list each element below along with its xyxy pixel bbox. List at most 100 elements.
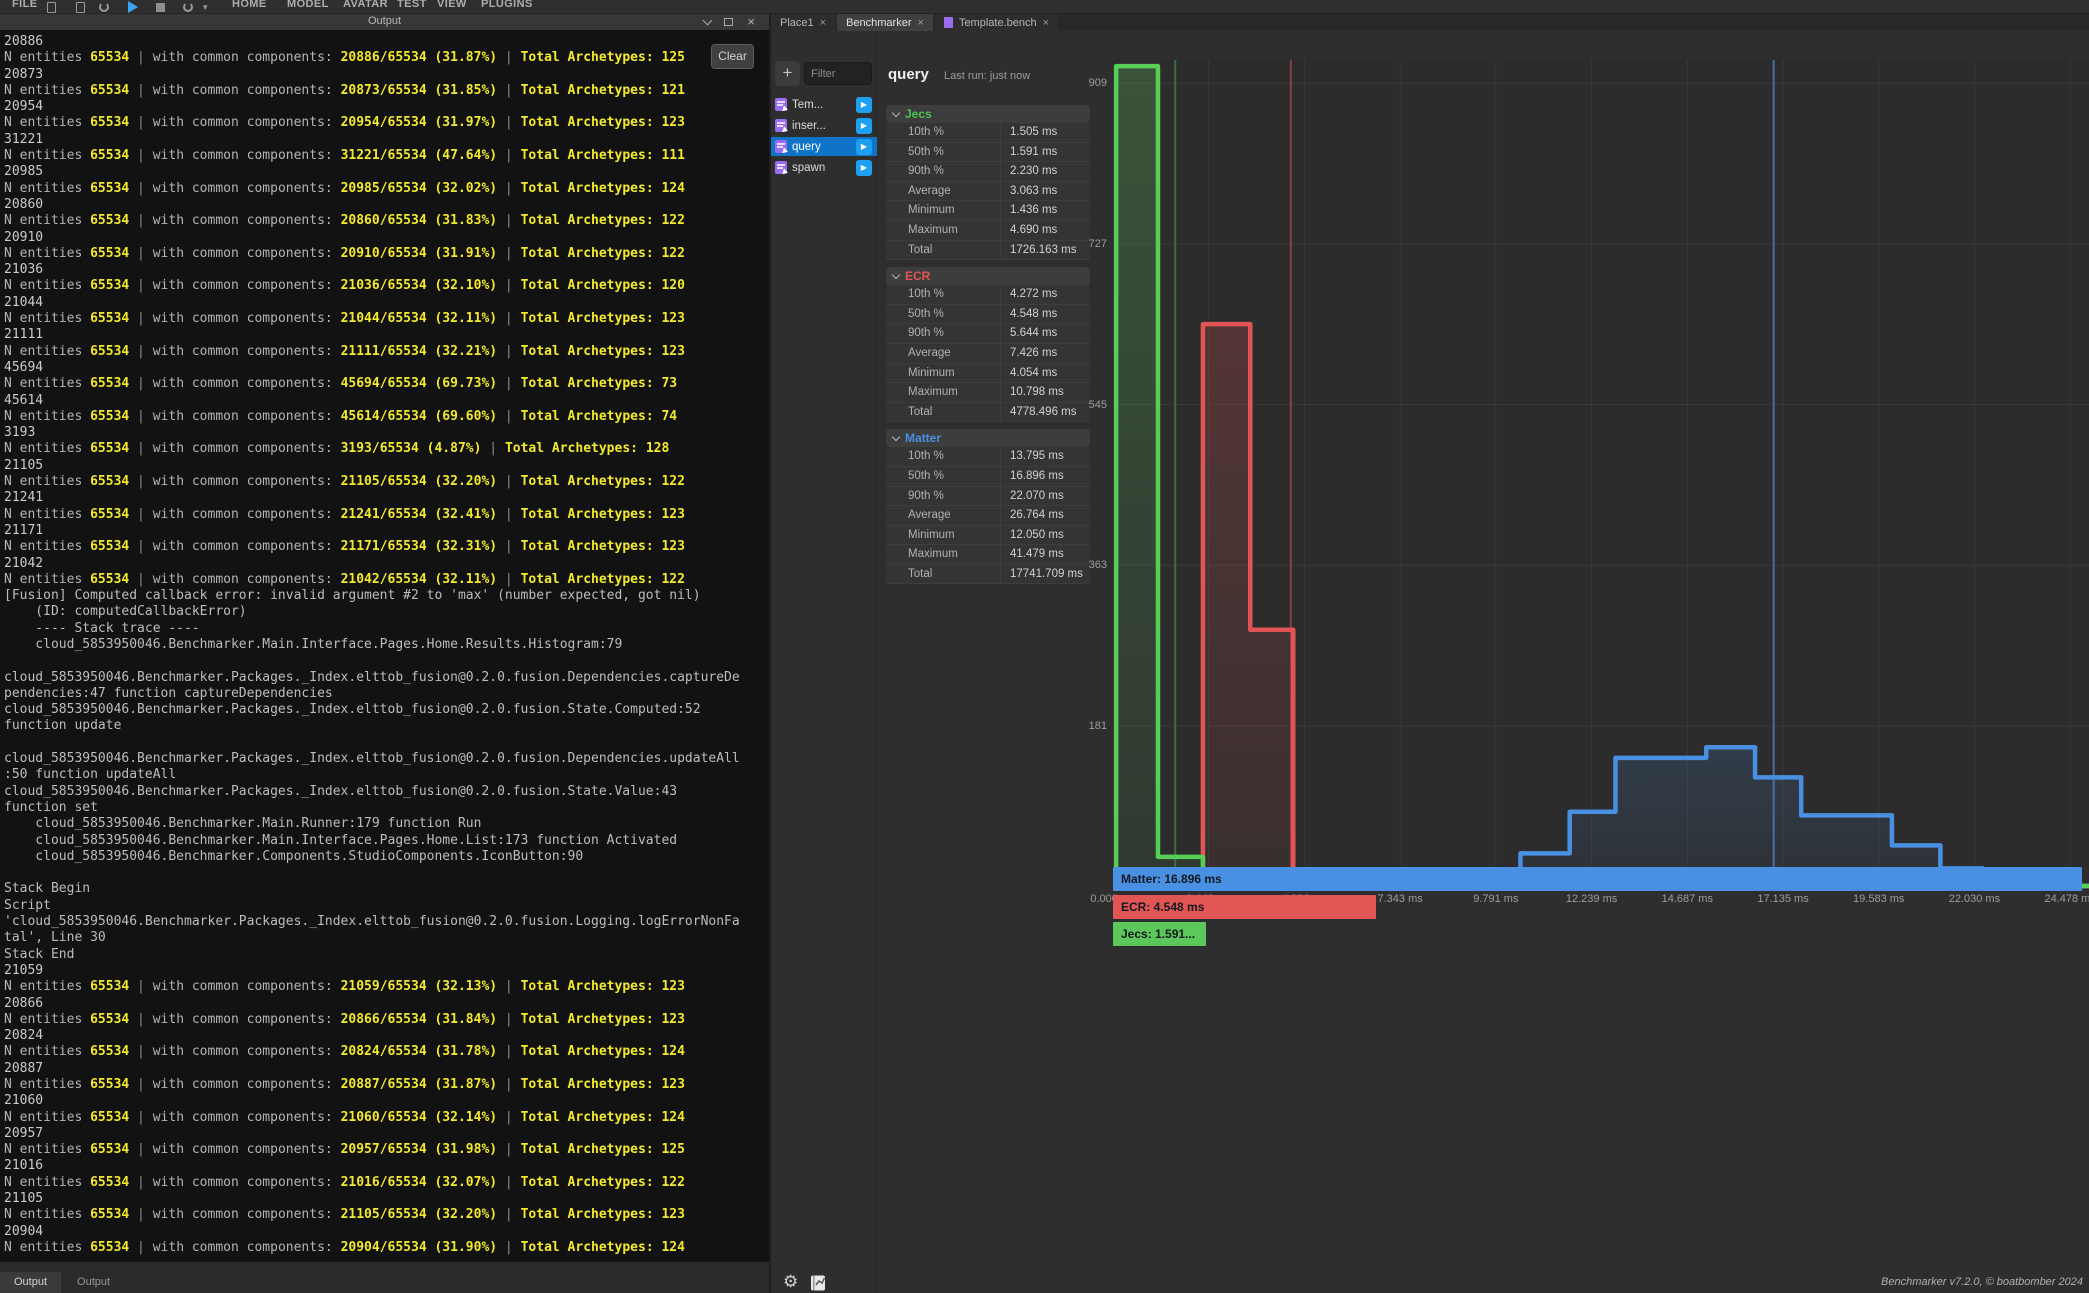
x-tick-label: 14.687 ms <box>1662 893 1713 905</box>
undo-icon[interactable] <box>183 2 193 12</box>
run-benchmark-button[interactable]: ▶ <box>856 139 872 155</box>
console-line: 20824 <box>4 1028 740 1044</box>
legend-jecs: Jecs: 1.591... <box>1113 922 1206 946</box>
bench-file-icon <box>775 98 787 111</box>
console-line: 21171 <box>4 523 740 539</box>
console-line: (ID: computedCallbackError) <box>4 604 740 620</box>
stat-label: Average <box>886 344 1000 363</box>
stat-row: Minimum12.050 ms <box>886 526 1090 546</box>
run-benchmark-button[interactable]: ▶ <box>856 160 872 176</box>
stat-row: Minimum4.054 ms <box>886 364 1090 384</box>
stat-row: Maximum10.798 ms <box>886 383 1090 403</box>
console-line: cloud_5853950046.Benchmarker.Main.Runner… <box>4 816 740 832</box>
section-header-ecr[interactable]: ECR <box>886 267 1090 285</box>
menu-home[interactable]: HOME <box>232 0 267 10</box>
console-line: function set <box>4 800 740 816</box>
doc-tab-place1[interactable]: Place1 × <box>771 14 835 31</box>
doc-tab-template-bench[interactable]: Template.bench× <box>935 14 1058 31</box>
close-icon[interactable]: × <box>820 15 826 31</box>
console-line: N entities 65534 | with common component… <box>4 441 740 457</box>
tab-output-1[interactable]: Output <box>0 1272 61 1293</box>
section-header-jecs[interactable]: Jecs <box>886 105 1090 123</box>
menu-file[interactable]: FILE <box>12 0 37 10</box>
stat-label: 90th % <box>886 162 1000 181</box>
console-line: N entities 65534 | with common component… <box>4 344 740 360</box>
run-benchmark-button[interactable]: ▶ <box>856 97 872 113</box>
play-icon[interactable] <box>128 1 138 13</box>
bench-file-icon <box>944 17 953 28</box>
console-line: pendencies:47 function captureDependenci… <box>4 686 740 702</box>
menu-view[interactable]: VIEW <box>437 0 467 10</box>
x-tick-label: 7.343 ms <box>1378 893 1423 905</box>
output-panel-titlebar[interactable]: Output × <box>0 14 769 30</box>
y-tick-label: 909 <box>1083 77 1107 89</box>
stat-row: 50th %4.548 ms <box>886 305 1090 325</box>
docs-book-icon[interactable] <box>809 1274 828 1293</box>
console-line: 20873 <box>4 67 740 83</box>
section-name: Matter <box>905 431 941 445</box>
benchmark-item-query[interactable]: query ▶ <box>771 137 877 156</box>
menu-test[interactable]: TEST <box>397 0 427 10</box>
menu-plugins[interactable]: PLUGINS <box>481 0 533 10</box>
doc-tab-benchmarker[interactable]: Benchmarker × <box>837 14 933 31</box>
benchmark-item-spawn[interactable]: spawn▶ <box>771 158 877 177</box>
console-line: 21111 <box>4 327 740 343</box>
add-benchmark-button[interactable]: + <box>775 61 800 86</box>
benchmark-item-inser[interactable]: inser...▶ <box>771 116 877 135</box>
stat-value: 17741.709 ms <box>1000 565 1090 584</box>
gear-icon[interactable]: ⚙ <box>783 1272 798 1292</box>
stat-row: Average3.063 ms <box>886 182 1090 202</box>
y-tick-label: 727 <box>1083 238 1107 250</box>
benchmark-item-Tem[interactable]: Tem...▶ <box>771 95 877 114</box>
console-line: N entities 65534 | with common component… <box>4 50 740 66</box>
console-line: 20954 <box>4 99 740 115</box>
stat-row: 50th %1.591 ms <box>886 143 1090 163</box>
float-window-icon[interactable] <box>724 18 733 26</box>
stat-value: 1.591 ms <box>1000 143 1090 162</box>
section-header-matter[interactable]: Matter <box>886 429 1090 447</box>
bench-file-icon <box>775 140 787 153</box>
stop-icon[interactable] <box>156 3 165 12</box>
stat-value: 26.764 ms <box>1000 506 1090 525</box>
stat-row: Maximum41.479 ms <box>886 545 1090 565</box>
console-line: cloud_5853950046.Benchmarker.Packages._I… <box>4 670 740 686</box>
x-tick-label: 24.478 ms <box>2044 893 2089 905</box>
doc-tab-label: Place1 <box>780 15 814 31</box>
console-line: 20887 <box>4 1061 740 1077</box>
console-line: 21042 <box>4 556 740 572</box>
stat-row: Average26.764 ms <box>886 506 1090 526</box>
clear-button[interactable]: Clear <box>711 44 754 69</box>
benchmark-item-label: query <box>792 141 821 153</box>
console-log-lines: 20886N entities 65534 | with common comp… <box>4 34 740 1256</box>
chevron-down-icon[interactable]: ▾ <box>203 2 208 12</box>
doc-tab-label: Benchmarker <box>846 15 911 31</box>
stat-label: Maximum <box>886 545 1000 564</box>
console-line: [Fusion] Computed callback error: invali… <box>4 588 740 604</box>
console-line: N entities 65534 | with common component… <box>4 83 740 99</box>
console-line: N entities 65534 | with common component… <box>4 1044 740 1060</box>
console-line: N entities 65534 | with common component… <box>4 1110 740 1126</box>
close-icon[interactable]: × <box>747 14 755 29</box>
clipboard-icon[interactable] <box>47 2 56 13</box>
menu-avatar[interactable]: AVATAR <box>343 0 388 10</box>
console-line: tal', Line 30 <box>4 930 740 946</box>
console-line: Stack Begin <box>4 881 740 897</box>
copy-icon[interactable] <box>76 2 85 13</box>
close-icon[interactable]: × <box>918 15 924 31</box>
section-name: ECR <box>905 269 930 283</box>
close-icon[interactable]: × <box>1043 15 1049 31</box>
stat-value: 4.272 ms <box>1000 285 1090 304</box>
console-line: N entities 65534 | with common component… <box>4 1077 740 1093</box>
console-line: cloud_5853950046.Benchmarker.Components.… <box>4 849 740 865</box>
stat-row: 90th %2.230 ms <box>886 162 1090 182</box>
redo-icon[interactable] <box>99 2 109 12</box>
console-line: 20860 <box>4 197 740 213</box>
menu-model[interactable]: MODEL <box>287 0 329 10</box>
console-line: 21059 <box>4 963 740 979</box>
tab-output-2[interactable]: Output <box>63 1272 124 1293</box>
run-benchmark-button[interactable]: ▶ <box>856 118 872 134</box>
stat-label: 50th % <box>886 467 1000 486</box>
output-console[interactable]: 20886N entities 65534 | with common comp… <box>0 30 769 1262</box>
output-panel-title: Output <box>0 15 769 27</box>
filter-input[interactable] <box>804 62 872 85</box>
